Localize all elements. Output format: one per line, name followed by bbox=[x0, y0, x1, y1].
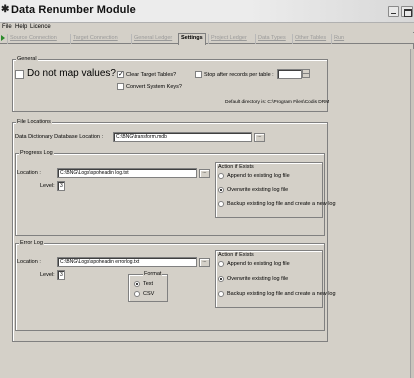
tab-target-connection[interactable]: Target Connection bbox=[70, 34, 120, 44]
menu-licence[interactable]: Licence bbox=[30, 24, 51, 30]
error-overwrite-radio[interactable] bbox=[218, 276, 224, 282]
format-label: Format bbox=[143, 271, 163, 277]
progress-log-group: Progress Log Location : C:\BNG\Logs\spoh… bbox=[15, 150, 336, 236]
error-backup-label: Backup existing log file and create a ne… bbox=[227, 291, 336, 297]
app-icon: ✱ bbox=[1, 4, 10, 15]
app-window: ✱ Data Renumber Module File Help Licence… bbox=[0, 0, 414, 378]
window-title: Data Renumber Module bbox=[11, 4, 136, 16]
error-overwrite-label: Overwrite existing log file bbox=[227, 276, 289, 282]
menu-help[interactable]: Help bbox=[15, 24, 27, 30]
error-log-group-label: Error Log bbox=[19, 240, 44, 246]
progress-action-label: Action if Exists bbox=[218, 164, 254, 170]
clear-target-label: Clear Target Tables? bbox=[126, 72, 177, 78]
progress-append-radio[interactable] bbox=[218, 173, 224, 179]
file-locations-group: File Locations Data Dictionary Database … bbox=[12, 119, 336, 342]
stop-after-checkbox[interactable] bbox=[195, 71, 202, 78]
error-backup-radio[interactable] bbox=[218, 291, 224, 297]
error-location-browse-button[interactable]: ... bbox=[199, 258, 210, 267]
progress-overwrite-label: Overwrite existing log file bbox=[227, 187, 289, 193]
error-append-label: Append to existing log file bbox=[227, 261, 290, 267]
error-action-label: Action if Exists bbox=[218, 252, 254, 258]
tab-data-types[interactable]: Data Types bbox=[255, 34, 288, 44]
do-not-map-label: Do not map values? bbox=[27, 68, 116, 79]
progress-location-input[interactable]: C:\BNG\Logs\spoheadin log.txt bbox=[57, 168, 197, 178]
progress-append-label: Append to existing log file bbox=[227, 173, 290, 179]
general-group-label: General bbox=[16, 56, 38, 62]
arrow-right-icon bbox=[1, 35, 5, 41]
progress-overwrite-radio[interactable] bbox=[218, 187, 224, 193]
error-location-input[interactable]: C:\BNG\Logs\spoheadin errorlog.txt bbox=[57, 257, 197, 267]
format-csv-label: CSV bbox=[143, 291, 155, 297]
maximize-button[interactable] bbox=[401, 6, 413, 17]
file-locations-group-label: File Locations bbox=[16, 119, 52, 125]
minimize-button[interactable] bbox=[388, 6, 399, 17]
menu-file[interactable]: File bbox=[2, 24, 12, 30]
dd-location-label: Data Dictionary Database Location : bbox=[15, 134, 104, 140]
tab-project-ledger[interactable]: Project Ledger bbox=[208, 34, 249, 44]
progress-backup-label: Backup existing log file and create a ne… bbox=[227, 201, 336, 207]
stop-after-label: Stop after records per table : bbox=[204, 72, 274, 78]
progress-level-input[interactable]: 3 bbox=[57, 181, 65, 191]
progress-level-label: Level: bbox=[40, 183, 55, 189]
window-right-edge bbox=[410, 49, 414, 378]
progress-location-browse-button[interactable]: ... bbox=[199, 169, 210, 178]
format-text-radio[interactable] bbox=[134, 281, 140, 287]
error-level-input[interactable]: 3 bbox=[57, 270, 65, 280]
convert-system-keys-label: Convert System Keys? bbox=[126, 84, 182, 90]
default-directory-text: Default directory is: C:\Program Files\C… bbox=[225, 100, 330, 105]
stop-after-input[interactable] bbox=[277, 69, 302, 79]
progress-location-label: Location : bbox=[17, 170, 41, 176]
settings-panel: General Do not map values? Clear Target … bbox=[9, 49, 407, 378]
format-box: Format Text CSV bbox=[128, 271, 168, 302]
tab-other-tables[interactable]: Other Tables bbox=[292, 34, 328, 44]
dd-location-input[interactable]: C:\BNG\transform.mdb bbox=[113, 132, 252, 142]
clear-target-checkbox[interactable] bbox=[117, 70, 124, 79]
format-text-label: Text bbox=[143, 281, 154, 287]
tab-settings[interactable]: Settings bbox=[178, 33, 206, 45]
format-csv-radio[interactable] bbox=[134, 291, 140, 297]
menu-bar: File Help Licence bbox=[0, 23, 414, 32]
error-action-box: Action if Exists Append to existing log … bbox=[215, 250, 336, 308]
progress-backup-radio[interactable] bbox=[218, 201, 224, 207]
tab-run[interactable]: Run bbox=[331, 34, 346, 44]
error-level-label: Level: bbox=[40, 272, 55, 278]
general-group: General Do not map values? Clear Target … bbox=[12, 56, 330, 112]
do-not-map-checkbox[interactable] bbox=[15, 70, 24, 79]
title-bar: ✱ Data Renumber Module bbox=[0, 0, 414, 23]
tab-general-ledger[interactable]: General Ledger bbox=[131, 34, 174, 44]
tab-source-connection[interactable]: Source Connection bbox=[7, 34, 59, 44]
error-location-label: Location : bbox=[17, 259, 41, 265]
stop-after-spinner[interactable] bbox=[302, 69, 310, 78]
progress-log-group-label: Progress Log bbox=[19, 150, 54, 156]
tab-strip: Source Connection Target Connection Gene… bbox=[0, 33, 414, 45]
convert-system-keys-checkbox[interactable] bbox=[117, 83, 124, 90]
error-log-group: Error Log Location : C:\BNG\Logs\spohead… bbox=[15, 240, 336, 331]
progress-action-box: Action if Exists Append to existing log … bbox=[215, 162, 336, 218]
error-append-radio[interactable] bbox=[218, 261, 224, 267]
dd-location-browse-button[interactable]: ... bbox=[254, 133, 265, 142]
